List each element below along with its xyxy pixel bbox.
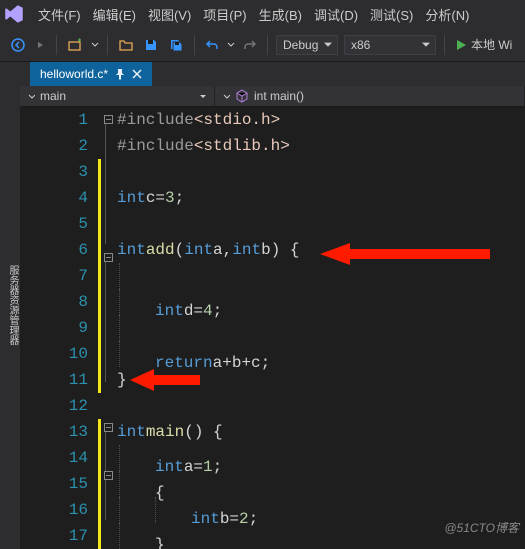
config-dropdown[interactable]: Debug [276, 35, 338, 55]
open-button[interactable] [114, 33, 138, 57]
fold-toggle[interactable] [104, 423, 113, 432]
menu-analyze[interactable]: 分析(N) [419, 1, 475, 28]
fold-toggle[interactable] [104, 253, 113, 262]
bc-symbol-label: int main() [254, 89, 304, 103]
tab-bar: helloworld.c* [20, 62, 525, 86]
separator [107, 35, 108, 55]
new-project-button[interactable] [63, 33, 87, 57]
menu-view[interactable]: 视图(V) [142, 1, 197, 28]
code-editor[interactable]: 123 456 789 101112 131415 1617 [20, 107, 525, 549]
vs-logo-icon [4, 4, 24, 24]
menu-test[interactable]: 测试(S) [364, 1, 419, 28]
save-all-button[interactable] [164, 33, 188, 57]
menu-project[interactable]: 项目(P) [197, 1, 252, 28]
pin-icon[interactable] [114, 68, 126, 80]
menu-debug[interactable]: 调试(D) [308, 1, 364, 28]
separator [267, 35, 268, 55]
breadcrumb-bar: main int main() [20, 86, 525, 107]
nav-back-button[interactable] [6, 33, 30, 57]
editor-area: helloworld.c* main int main() [20, 62, 525, 542]
menu-file[interactable]: 文件(F) [32, 1, 87, 28]
toolbar: Debug x86 本地 Wi [0, 28, 525, 62]
fold-column [101, 107, 115, 549]
method-icon [235, 89, 249, 103]
watermark: @51CTO博客 [444, 519, 519, 536]
bc-scope-label: main [40, 89, 66, 103]
bc-scope[interactable]: main [20, 86, 215, 106]
main-area: 服务器资源管理器 工具箱 helloworld.c* main int main… [0, 62, 525, 542]
menu-build[interactable]: 生成(B) [253, 1, 308, 28]
sidebar-server-explorer[interactable]: 服务器资源管理器 [5, 265, 20, 345]
menu-edit[interactable]: 编辑(E) [87, 1, 142, 28]
tab-filename: helloworld.c* [40, 67, 108, 81]
redo-button[interactable] [239, 34, 261, 56]
start-debug-label: 本地 Wi [471, 36, 512, 53]
dropdown-caret[interactable] [89, 37, 101, 53]
sidebar: 服务器资源管理器 工具箱 [0, 62, 20, 542]
fold-toggle[interactable] [104, 115, 113, 124]
nav-fwd-button[interactable] [32, 36, 50, 54]
chevron-down-icon [200, 95, 206, 101]
start-debug-button[interactable]: 本地 Wi [451, 34, 516, 55]
save-button[interactable] [140, 34, 162, 56]
menu-bar: 文件(F) 编辑(E) 视图(V) 项目(P) 生成(B) 调试(D) 测试(S… [0, 0, 525, 28]
tab-active[interactable]: helloworld.c* [30, 62, 152, 86]
separator [444, 35, 445, 55]
undo-button[interactable] [201, 34, 223, 56]
dropdown-caret[interactable] [225, 37, 237, 53]
separator [194, 35, 195, 55]
code-content[interactable]: #include <stdio.h> #include <stdlib.h> i… [115, 107, 525, 549]
close-icon[interactable] [132, 69, 142, 79]
separator [56, 35, 57, 55]
bc-symbol[interactable]: int main() [215, 86, 525, 106]
line-number-gutter: 123 456 789 101112 131415 1617 [20, 107, 98, 549]
fold-toggle[interactable] [104, 471, 113, 480]
platform-dropdown[interactable]: x86 [344, 35, 436, 55]
